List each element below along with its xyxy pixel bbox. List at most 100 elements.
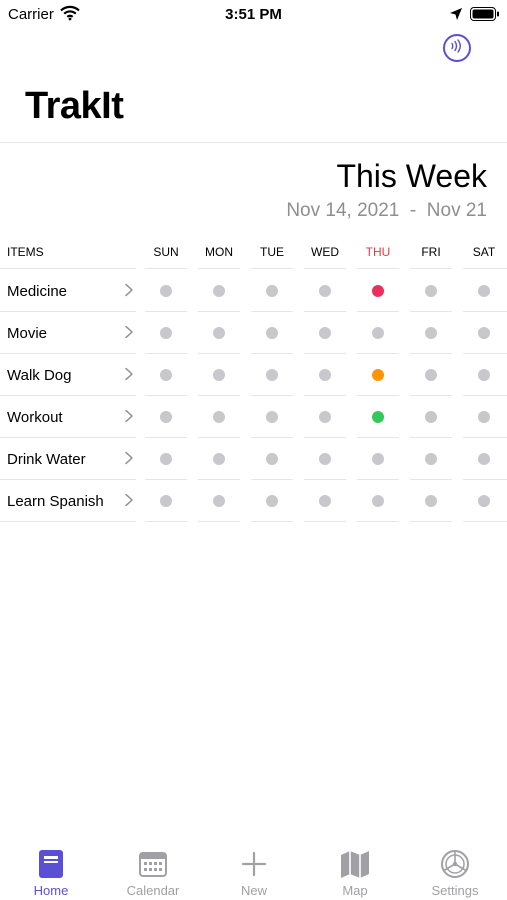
table-header: ITEMS SUN MON TUE WED THU FRI SAT (0, 240, 507, 268)
row-divider (198, 521, 240, 522)
day-status-dot[interactable] (478, 495, 490, 507)
tab-calendar[interactable]: Calendar (113, 840, 193, 900)
row-divider (0, 521, 136, 522)
day-status-dot[interactable] (319, 327, 331, 339)
map-icon (341, 851, 369, 878)
status-time: 3:51 PM (225, 6, 282, 23)
header-divider (145, 268, 187, 269)
header-divider (304, 268, 346, 269)
day-status-dot[interactable] (372, 327, 384, 339)
chevron-right-icon (124, 283, 134, 302)
item-label: Movie (7, 325, 48, 342)
contactless-icon (449, 38, 465, 59)
day-status-dot[interactable] (319, 453, 331, 465)
location-arrow-icon (449, 7, 463, 26)
day-status-dot[interactable] (425, 411, 437, 423)
day-header-sat: SAT (472, 245, 496, 259)
item-label: Drink Water (7, 451, 86, 468)
tab-calendar-label: Calendar (126, 883, 180, 898)
day-status-dot[interactable] (372, 285, 384, 297)
tab-bar: Home Calendar New Map Settings (0, 840, 507, 900)
week-title: This Week (336, 158, 487, 194)
day-status-dot[interactable] (213, 495, 225, 507)
table-row[interactable]: Medicine (0, 270, 507, 312)
day-status-dot[interactable] (160, 327, 172, 339)
row-divider (251, 521, 293, 522)
day-header-fri: FRI (421, 245, 441, 259)
date-separator: - (409, 200, 417, 221)
day-status-dot[interactable] (160, 495, 172, 507)
day-status-dot[interactable] (213, 369, 225, 381)
tab-home-label: Home (33, 883, 69, 898)
day-status-dot[interactable] (372, 495, 384, 507)
row-divider (145, 521, 187, 522)
day-status-dot[interactable] (266, 453, 278, 465)
status-bar: Carrier 3:51 PM (0, 0, 507, 28)
chevron-right-icon (124, 325, 134, 344)
day-status-dot[interactable] (319, 369, 331, 381)
row-divider (410, 521, 452, 522)
table-row[interactable]: Learn Spanish (0, 480, 507, 522)
day-status-dot[interactable] (478, 369, 490, 381)
day-status-dot[interactable] (478, 327, 490, 339)
tab-new[interactable]: New (214, 840, 294, 900)
plus-icon (241, 851, 267, 877)
settings-icon (441, 850, 469, 878)
day-status-dot[interactable] (425, 453, 437, 465)
day-status-dot[interactable] (160, 369, 172, 381)
tab-settings[interactable]: Settings (415, 840, 495, 900)
week-start-date: Nov 14, 2021 (286, 200, 400, 221)
day-status-dot[interactable] (266, 327, 278, 339)
day-status-dot[interactable] (213, 411, 225, 423)
day-status-dot[interactable] (372, 411, 384, 423)
chevron-right-icon (124, 451, 134, 470)
item-label: Learn Spanish (7, 493, 104, 510)
day-status-dot[interactable] (213, 285, 225, 297)
header-divider (410, 268, 452, 269)
day-status-dot[interactable] (478, 411, 490, 423)
day-status-dot[interactable] (213, 327, 225, 339)
table-row[interactable]: Movie (0, 312, 507, 354)
day-status-dot[interactable] (266, 285, 278, 297)
day-status-dot[interactable] (372, 453, 384, 465)
header-divider (251, 268, 293, 269)
day-header-wed: WED (311, 245, 339, 259)
table-row[interactable]: Workout (0, 396, 507, 438)
day-status-dot[interactable] (160, 411, 172, 423)
day-status-dot[interactable] (319, 411, 331, 423)
chevron-right-icon (124, 493, 134, 512)
tab-new-label: New (240, 883, 267, 898)
table-row[interactable]: Drink Water (0, 438, 507, 480)
day-status-dot[interactable] (213, 453, 225, 465)
tab-map[interactable]: Map (315, 840, 395, 900)
header-divider (198, 268, 240, 269)
day-status-dot[interactable] (478, 285, 490, 297)
day-status-dot[interactable] (425, 327, 437, 339)
day-status-dot[interactable] (319, 285, 331, 297)
day-status-dot[interactable] (160, 285, 172, 297)
chevron-right-icon (124, 367, 134, 386)
header-divider (357, 268, 399, 269)
item-label: Workout (7, 409, 63, 426)
day-status-dot[interactable] (478, 453, 490, 465)
contactless-button[interactable] (443, 34, 471, 62)
day-status-dot[interactable] (266, 369, 278, 381)
tab-home[interactable]: Home (11, 840, 91, 900)
day-header-mon: MON (205, 245, 233, 259)
table-row[interactable]: Walk Dog (0, 354, 507, 396)
date-range: Nov 14, 2021 - Nov 21 (286, 200, 487, 222)
day-status-dot[interactable] (372, 369, 384, 381)
day-status-dot[interactable] (160, 453, 172, 465)
day-status-dot[interactable] (319, 495, 331, 507)
day-status-dot[interactable] (425, 369, 437, 381)
day-status-dot[interactable] (266, 495, 278, 507)
day-status-dot[interactable] (425, 285, 437, 297)
day-status-dot[interactable] (425, 495, 437, 507)
chevron-right-icon (124, 409, 134, 428)
battery-icon (470, 7, 500, 26)
header-divider (463, 268, 507, 269)
header-divider (0, 268, 136, 269)
day-status-dot[interactable] (266, 411, 278, 423)
app-title: TrakIt (25, 85, 124, 127)
tab-map-label: Map (342, 883, 368, 898)
